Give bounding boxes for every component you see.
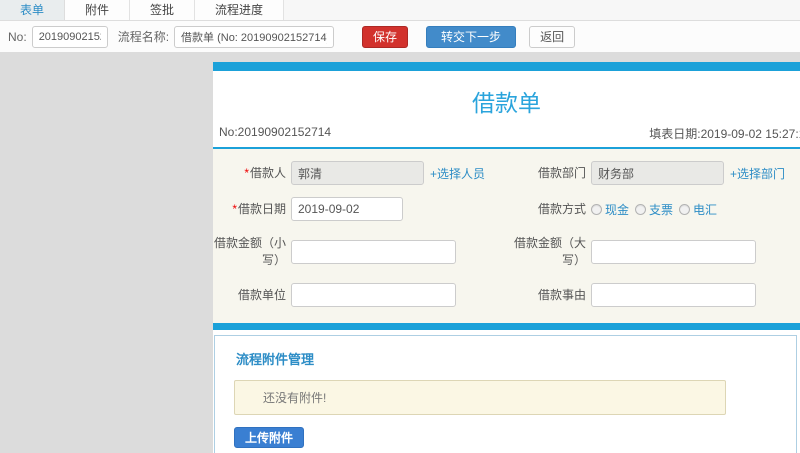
radio-wire[interactable]: 电汇 <box>679 201 717 218</box>
amount-big-label: 借款金额（大写） <box>513 236 586 267</box>
attachments-section: 流程附件管理 还没有附件! 上传附件 <box>214 335 797 453</box>
tab-approval[interactable]: 签批 <box>130 0 196 20</box>
process-name-label: 流程名称: <box>117 30 170 44</box>
radio-icon[interactable] <box>635 203 647 215</box>
doc-number: No:20190902152714 <box>219 125 332 139</box>
radio-cheque-label: 支票 <box>649 202 674 217</box>
department-label: 借款部门 <box>537 165 586 180</box>
loan-unit-input[interactable] <box>291 283 456 307</box>
loan-reason-label: 借款事由 <box>537 287 586 302</box>
loan-unit-label: 借款单位 <box>237 287 286 302</box>
radio-cash[interactable]: 现金 <box>591 201 629 218</box>
document-panel: 借款单 No:20190902152714 填表日期:2019-09-02 15… <box>213 62 800 453</box>
required-mark: * <box>244 165 249 180</box>
loan-date-input[interactable] <box>291 197 403 221</box>
loan-form: *借款人 +选择人员 借款部门 +选择部门 *借款日期 借款方式 现金 支票 <box>213 149 800 323</box>
select-person-link[interactable]: +选择人员 <box>430 165 485 182</box>
loan-reason-input[interactable] <box>591 283 756 307</box>
tab-attachments[interactable]: 附件 <box>65 0 131 20</box>
tab-form[interactable]: 表单 <box>0 0 66 20</box>
radio-icon[interactable] <box>591 203 602 215</box>
amount-small-input[interactable] <box>291 240 456 264</box>
required-mark: * <box>232 201 237 216</box>
process-name-input[interactable] <box>174 25 335 48</box>
no-attachments-message: 还没有附件! <box>234 380 726 415</box>
no-label: No: <box>8 29 27 44</box>
department-input[interactable] <box>591 161 724 185</box>
borrower-label: *借款人 <box>244 165 286 180</box>
no-input[interactable] <box>31 25 108 48</box>
attachments-title: 流程附件管理 <box>236 352 315 367</box>
top-accent-bar <box>213 62 800 71</box>
radio-cash-label: 现金 <box>605 202 630 217</box>
amount-big-input[interactable] <box>591 240 756 264</box>
select-department-link[interactable]: +选择部门 <box>730 165 785 182</box>
upload-attachment-button[interactable]: 上传附件 <box>234 427 305 448</box>
toolbar-row: No: 流程名称: 保存 转交下一步 返回 <box>0 21 800 52</box>
top-header: 表单 附件 签批 流程进度 No: 流程名称: 保存 转交下一步 返回 <box>0 0 800 52</box>
loan-method-label: 借款方式 <box>537 201 586 216</box>
doc-meta-row: No:20190902152714 填表日期:2019-09-02 15:27:… <box>213 125 800 147</box>
loan-method-group: 现金 支票 电汇 <box>591 195 800 224</box>
save-button[interactable]: 保存 <box>362 25 409 48</box>
loan-date-label: *借款日期 <box>232 201 286 216</box>
radio-icon[interactable] <box>679 203 691 215</box>
amount-small-label: 借款金额（小写） <box>213 236 286 267</box>
back-button[interactable]: 返回 <box>529 25 576 48</box>
radio-cheque[interactable]: 支票 <box>635 201 673 218</box>
radio-wire-label: 电汇 <box>693 202 718 217</box>
next-step-button[interactable]: 转交下一步 <box>426 25 517 48</box>
bottom-accent-bar <box>213 323 800 330</box>
tab-bar: 表单 附件 签批 流程进度 <box>0 0 800 21</box>
borrower-input[interactable] <box>291 161 424 185</box>
page-title: 借款单 <box>472 90 541 116</box>
tab-progress[interactable]: 流程进度 <box>195 0 285 20</box>
doc-fill-date: 填表日期:2019-09-02 15:27:14 <box>649 127 800 141</box>
